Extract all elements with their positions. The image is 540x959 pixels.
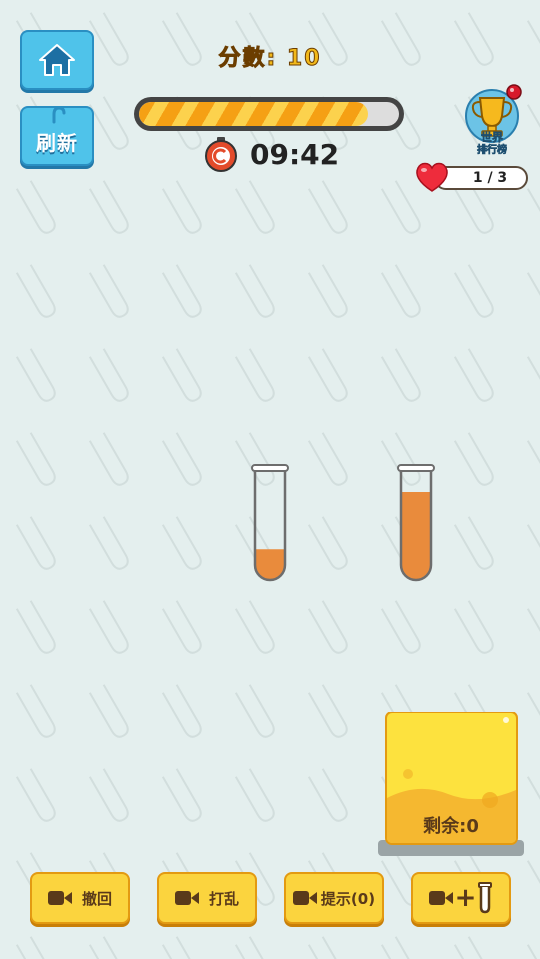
video-icon: [47, 891, 72, 905]
hint-label: 提示(0): [320, 889, 376, 908]
timer: 09:42: [204, 136, 339, 172]
tube-rim: [397, 464, 435, 472]
trophy-icon: 世界 排行榜: [465, 84, 522, 156]
heart-icon: [416, 162, 448, 192]
shuffle-button[interactable]: 打乱: [157, 872, 257, 924]
lives-text: 1 / 3: [472, 170, 508, 186]
undo-button[interactable]: 撤回: [30, 872, 130, 924]
shuffle-label: 打乱: [208, 889, 239, 908]
add-tube-plus: +: [454, 883, 477, 913]
tube-rim: [251, 464, 289, 472]
leaderboard-label-line1: 世界: [481, 130, 503, 144]
leaderboard-button[interactable]: 世界 排行榜: [462, 84, 522, 160]
level-progress-bar: [134, 97, 404, 131]
progress-fill: [139, 102, 368, 126]
refresh-hook-icon: [52, 106, 66, 124]
video-icon: [174, 891, 199, 905]
test-tube-2[interactable]: [396, 462, 436, 584]
timer-text: 09:42: [250, 137, 340, 171]
tube-icon: [478, 882, 493, 914]
test-tube-1[interactable]: [250, 462, 290, 584]
tube-liquid: [401, 492, 431, 580]
add-tube-button[interactable]: +: [411, 872, 511, 924]
video-icon: [292, 891, 317, 905]
video-icon: [428, 891, 453, 905]
leaderboard-label-line2: 排行榜: [477, 143, 507, 156]
hint-button[interactable]: 提示(0): [284, 872, 384, 924]
score-text: 分數: 10: [218, 46, 322, 72]
timer-icon: [205, 137, 237, 172]
refresh-label: 刷新: [36, 130, 78, 155]
remaining-panel: 剩余:0: [378, 711, 524, 858]
undo-label: 撤回: [81, 889, 112, 908]
remaining-count-text: 剩余:0: [423, 816, 479, 837]
refresh-button[interactable]: 刷新: [20, 106, 94, 166]
